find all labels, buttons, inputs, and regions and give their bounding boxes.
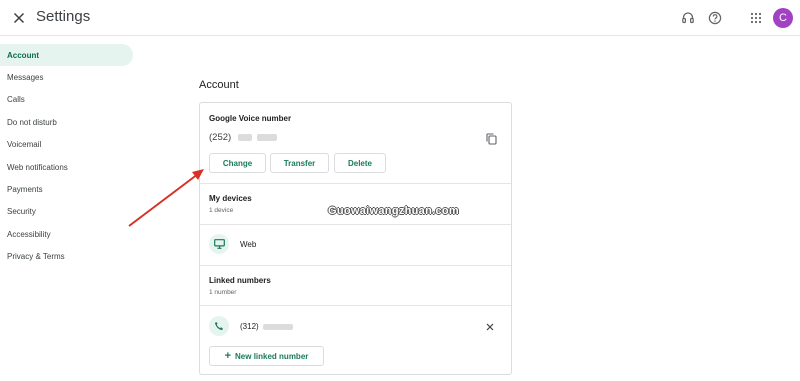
change-button[interactable]: Change [209, 153, 266, 173]
devices-count: 1 device [209, 207, 234, 214]
linked-number: (312) [240, 322, 293, 331]
divider [200, 305, 511, 306]
voice-number-prefix: (252) [209, 132, 232, 143]
page-title: Settings [36, 8, 91, 25]
remove-linked-number-icon[interactable] [484, 321, 496, 333]
delete-button[interactable]: Delete [334, 153, 386, 173]
headset-icon[interactable] [679, 9, 697, 27]
voice-number: (252) [209, 132, 278, 143]
transfer-button[interactable]: Transfer [270, 153, 329, 173]
top-bar: Settings C [0, 0, 800, 36]
close-icon[interactable] [9, 8, 29, 28]
phone-icon [209, 316, 229, 336]
monitor-icon [209, 234, 229, 254]
redacted-block [237, 133, 252, 141]
account-card: Google Voice number (252) Change Transfe… [199, 102, 512, 375]
settings-nav: Account Messages Calls Do not disturb Vo… [0, 44, 140, 268]
new-linked-number-button[interactable]: + New linked number [209, 346, 324, 366]
watermark: Guowaiwangzhuan.com [328, 205, 459, 217]
redacted-block [262, 323, 293, 330]
sidebar-item-payments[interactable]: Payments [0, 178, 133, 200]
devices-label: My devices [209, 194, 252, 203]
linked-numbers-count: 1 number [209, 289, 237, 296]
plus-icon: + [224, 349, 232, 362]
device-name: Web [240, 240, 257, 249]
new-linked-number-label: New linked number [235, 351, 309, 361]
apps-grid-icon[interactable] [747, 9, 765, 27]
linked-numbers-label: Linked numbers [209, 276, 271, 285]
redacted-block [257, 133, 278, 141]
sidebar-item-calls[interactable]: Calls [0, 89, 133, 111]
sidebar-item-do-not-disturb[interactable]: Do not disturb [0, 111, 133, 133]
avatar[interactable]: C [773, 8, 793, 28]
sidebar-item-security[interactable]: Security [0, 201, 133, 223]
linked-number-prefix: (312) [240, 322, 259, 331]
voice-number-label: Google Voice number [209, 114, 292, 123]
sidebar-item-privacy-terms[interactable]: Privacy & Terms [0, 246, 133, 268]
sidebar-item-web-notifications[interactable]: Web notifications [0, 156, 133, 178]
divider [200, 265, 511, 266]
help-icon[interactable] [706, 9, 724, 27]
sidebar-item-voicemail[interactable]: Voicemail [0, 134, 133, 156]
sidebar-item-accessibility[interactable]: Accessibility [0, 223, 133, 245]
sidebar-item-messages[interactable]: Messages [0, 66, 133, 88]
divider [200, 224, 511, 225]
section-title: Account [199, 79, 239, 91]
divider [200, 183, 511, 184]
copy-icon[interactable] [486, 132, 497, 145]
sidebar-item-account[interactable]: Account [0, 44, 133, 67]
